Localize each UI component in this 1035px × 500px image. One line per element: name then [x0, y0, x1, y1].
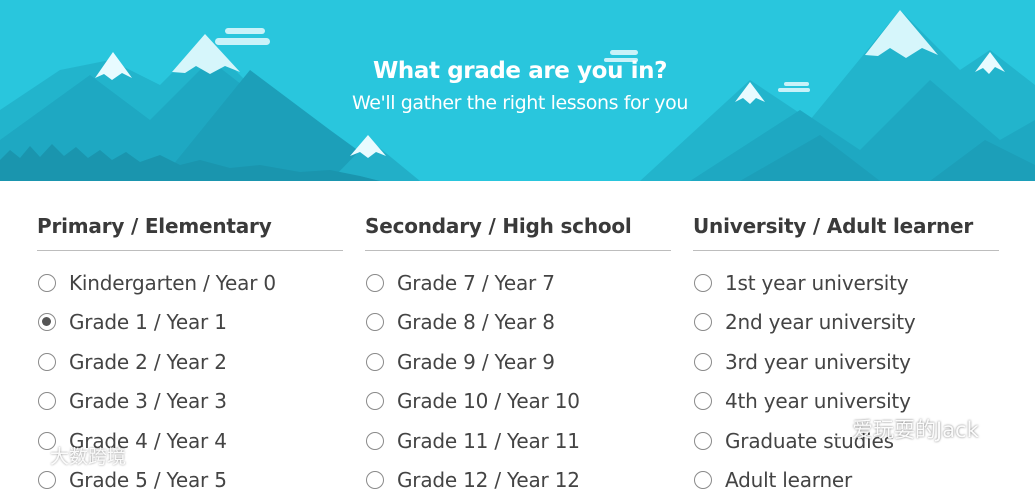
option-label: 3rd year university [725, 350, 911, 374]
option-label: 2nd year university [725, 310, 916, 334]
radio-button[interactable] [694, 274, 712, 292]
option-label: Grade 5 / Year 5 [69, 468, 227, 492]
watermark-right: 爱玩耍的Jack [818, 414, 979, 444]
radio-button[interactable] [694, 432, 712, 450]
option-label: Grade 1 / Year 1 [69, 310, 227, 334]
page-title: What grade are you in? [0, 58, 1035, 84]
radio-button[interactable] [694, 392, 712, 410]
radio-button[interactable] [366, 392, 384, 410]
logo-icon [6, 442, 46, 469]
grade-option[interactable]: Grade 8 / Year 8 [365, 303, 671, 343]
option-label: Grade 10 / Year 10 [397, 389, 580, 413]
option-label: Grade 3 / Year 3 [69, 389, 227, 413]
radio-button[interactable] [694, 313, 712, 331]
page-subtitle: We'll gather the right lessons for you [0, 92, 1035, 114]
column-heading: Primary / Elementary [37, 214, 343, 251]
radio-button[interactable] [694, 353, 712, 371]
grade-option[interactable]: 1st year university [693, 263, 999, 303]
column-secondary: Secondary / High school Grade 7 / Year 7… [365, 214, 671, 500]
grade-option[interactable]: Grade 11 / Year 11 [365, 421, 671, 461]
option-label: Grade 2 / Year 2 [69, 350, 227, 374]
column-university: University / Adult learner 1st year univ… [693, 214, 999, 500]
option-label: Adult learner [725, 468, 852, 492]
radio-button[interactable] [38, 392, 56, 410]
watermark-left: 大数跨境 [6, 442, 126, 469]
radio-button[interactable] [694, 471, 712, 489]
radio-button[interactable] [366, 313, 384, 331]
option-label: Grade 8 / Year 8 [397, 310, 555, 334]
radio-button[interactable] [366, 274, 384, 292]
radio-button[interactable] [366, 432, 384, 450]
watermark-text: 爱玩耍的Jack [852, 414, 979, 444]
grade-option[interactable]: 3rd year university [693, 342, 999, 382]
option-label: Grade 11 / Year 11 [397, 429, 580, 453]
option-label: Grade 12 / Year 12 [397, 468, 580, 492]
grade-option[interactable]: Grade 3 / Year 3 [37, 382, 343, 422]
hero-banner: What grade are you in? We'll gather the … [0, 0, 1035, 181]
grade-option[interactable]: Grade 7 / Year 7 [365, 263, 671, 303]
watermark-text: 大数跨境 [50, 442, 126, 469]
option-list: 1st year university 2nd year university … [693, 251, 999, 500]
radio-button[interactable] [38, 353, 56, 371]
grade-option[interactable]: Grade 1 / Year 1 [37, 303, 343, 343]
grade-option[interactable]: Grade 12 / Year 12 [365, 461, 671, 500]
radio-button[interactable] [38, 274, 56, 292]
radio-button[interactable] [38, 471, 56, 489]
option-list: Grade 7 / Year 7 Grade 8 / Year 8 Grade … [365, 251, 671, 500]
option-label: Grade 7 / Year 7 [397, 271, 555, 295]
grade-option[interactable]: Kindergarten / Year 0 [37, 263, 343, 303]
option-label: Grade 9 / Year 9 [397, 350, 555, 374]
grade-option[interactable]: Grade 9 / Year 9 [365, 342, 671, 382]
column-heading: University / Adult learner [693, 214, 999, 251]
radio-button[interactable] [366, 471, 384, 489]
column-heading: Secondary / High school [365, 214, 671, 251]
grade-option[interactable]: 2nd year university [693, 303, 999, 343]
option-label: 4th year university [725, 389, 911, 413]
option-label: Kindergarten / Year 0 [69, 271, 276, 295]
grade-option[interactable]: Grade 2 / Year 2 [37, 342, 343, 382]
grade-option[interactable]: Adult learner [693, 461, 999, 500]
radio-button[interactable] [38, 313, 56, 331]
grade-option[interactable]: Grade 10 / Year 10 [365, 382, 671, 422]
radio-button[interactable] [366, 353, 384, 371]
option-label: 1st year university [725, 271, 908, 295]
wechat-icon [818, 415, 848, 444]
